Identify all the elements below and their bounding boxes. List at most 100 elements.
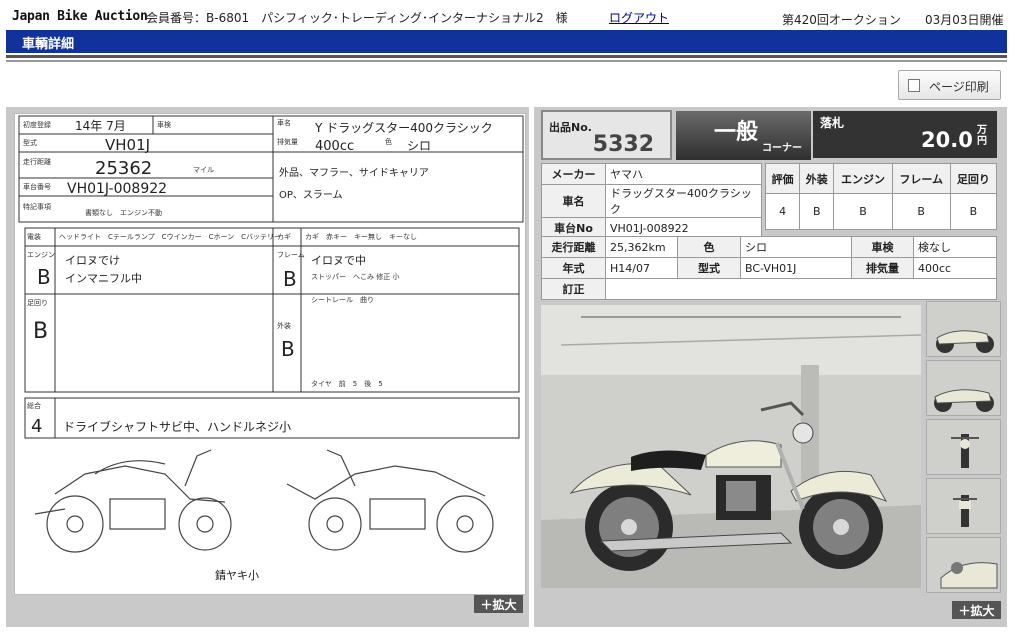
thumbnail-1-image <box>927 302 1000 356</box>
print-page-button[interactable]: ページ印刷 <box>898 70 1001 100</box>
grade-frame: B <box>891 193 951 230</box>
sheet-exterior-label: 外装 <box>277 321 291 330</box>
print-button-label: ページ印刷 <box>929 80 989 94</box>
sheet-diagram-note: 錆ヤキ小 <box>215 568 259 582</box>
thumbnail-1[interactable] <box>926 301 1001 357</box>
auction-sheet-drawing: 初度登録 14年 7月 車検 型式 VH01J 車名 Y ドラッグスター400ク… <box>18 115 524 582</box>
winning-bid-price: 20.0 <box>921 128 973 152</box>
grade-header-engine: エンジン <box>833 163 893 194</box>
thumbnail-5-image <box>927 538 1000 592</box>
divider <box>6 55 1007 58</box>
sheet-frame-note-2: ストッパー へこみ 修正 小 <box>311 272 399 281</box>
zoom-sheet-button[interactable]: ＋拡大 <box>474 595 523 613</box>
sheet-special-items: 書類なし エンジン不動 <box>85 208 162 217</box>
sheet-model-label: 型式 <box>23 138 37 147</box>
divider <box>6 60 1007 62</box>
auction-number: 第420回オークション <box>782 13 901 27</box>
corner-type: 一般 <box>714 120 759 145</box>
motorcycle-photo-illustration <box>541 305 921 588</box>
inspection-label: 車検 <box>851 236 914 258</box>
logout-link[interactable]: ログアウト <box>609 9 669 26</box>
sheet-key-label: カギ <box>277 233 291 241</box>
spec-table: 走行距離 25,362km 色 シロ 車検 検なし 年式 H14/07 型式 B… <box>541 236 997 300</box>
sheet-model-value: VH01J <box>105 136 150 154</box>
sheet-electric-items: ヘッドライト Cテールランプ Cウインカー Cホーン Cバッテリー <box>59 233 281 241</box>
mileage-label: 走行距離 <box>541 236 606 258</box>
sheet-extras-1: 外品、マフラー、サイドキャリア <box>279 167 429 179</box>
zoom-photo-button[interactable]: ＋拡大 <box>952 601 1001 619</box>
inspection-value: 検なし <box>913 236 997 258</box>
grade-overall: 4 <box>764 193 801 230</box>
sheet-special-label: 特記事項 <box>23 202 51 211</box>
sheet-car-name: Y ドラッグスター400クラシック <box>314 121 493 135</box>
thumbnail-2-image <box>927 361 1000 415</box>
color-label: 色 <box>677 236 741 258</box>
thumbnail-3-image <box>927 420 1000 474</box>
sheet-engine-note-1: イロヌでけ <box>65 254 120 267</box>
mileage-value: 25,362km <box>605 236 678 258</box>
winning-bid-label: 落札 <box>820 116 845 130</box>
correction-label: 訂正 <box>541 278 606 300</box>
displacement-value: 400cc <box>913 257 997 279</box>
winning-bid-box: 落札 20.0 万円 <box>813 111 997 158</box>
sheet-suspension-label: 足回り <box>27 299 48 307</box>
sheet-frame-label: 車台番号 <box>23 182 51 191</box>
grade-header-overall: 評価 <box>764 163 801 194</box>
corner-box: 一般 コーナー <box>676 111 811 160</box>
sheet-frame-grade: B <box>283 267 297 291</box>
page-title: 車輌詳細 <box>6 30 1007 53</box>
sheet-reg-date: 14年 7月 <box>75 119 126 133</box>
maker-label: メーカー <box>541 163 606 185</box>
name-value: ドラッグスター400クラシック <box>605 184 762 218</box>
sheet-key-items: カギ 赤キー キー無し キーなし <box>305 232 417 241</box>
sheet-frame-note-1: イロヌで中 <box>311 254 366 267</box>
correction-value <box>605 278 997 300</box>
sheet-frame-note-3: シートレール 曲り <box>311 295 374 304</box>
print-icon <box>908 79 920 92</box>
sheet-mileage-label: 走行距離 <box>23 157 51 166</box>
motorcycle-left-diagram <box>34 449 232 553</box>
sheet-total-note: ドライブシャフトサビ中、ハンドルネジ小 <box>63 419 291 434</box>
auction-sheet-image[interactable]: 初度登録 14年 7月 車検 型式 VH01J 車名 Y ドラッグスター400ク… <box>14 113 526 595</box>
thumbnail-2[interactable] <box>926 360 1001 416</box>
sheet-displacement: 400cc <box>315 139 354 154</box>
model-label: 型式 <box>677 257 741 279</box>
sheet-inspection-label: 車検 <box>157 120 171 129</box>
grade-table: 評価 外装 エンジン フレーム 足回り 4 B B B B <box>764 163 998 230</box>
maker-value: ヤマハ <box>605 163 762 185</box>
auction-sheet-panel: 初度登録 14年 7月 車検 型式 VH01J 車名 Y ドラッグスター400ク… <box>6 107 529 627</box>
sheet-color-label: 色 <box>385 137 392 146</box>
grade-header-suspension: 足回り <box>949 163 998 194</box>
sheet-engine-grade: B <box>37 265 51 289</box>
thumbnail-3[interactable] <box>926 419 1001 475</box>
displacement-label: 排気量 <box>851 257 914 279</box>
grade-exterior: B <box>799 193 835 230</box>
main-vehicle-photo[interactable] <box>541 305 921 588</box>
grade-suspension: B <box>949 193 998 230</box>
sheet-mileage-unit: マイル <box>193 166 214 174</box>
sheet-total-label: 総合 <box>27 401 41 410</box>
sheet-total-grade: 4 <box>31 416 42 437</box>
price-unit: 万円 <box>977 125 987 147</box>
model-value: BC-VH01J <box>740 257 852 279</box>
lot-number: 5332 <box>592 132 654 157</box>
sheet-electric-label: 電装 <box>27 232 41 241</box>
grade-engine: B <box>833 193 893 230</box>
year-label: 年式 <box>541 257 606 279</box>
top-bar: Japan Bike Auction 会員番号：B-6801 パシフィック･トレ… <box>0 0 1017 30</box>
sheet-displacement-label: 排気量 <box>277 137 298 146</box>
corner-label: コーナー <box>762 143 802 154</box>
sheet-engine-note-2: インマニフル中 <box>65 272 142 285</box>
sheet-car-name-label: 車名 <box>277 118 291 127</box>
sheet-color: シロ <box>407 139 431 153</box>
grade-header-exterior: 外装 <box>799 163 835 194</box>
lot-number-box: 出品No. 5332 <box>541 110 672 160</box>
thumbnail-4[interactable] <box>926 478 1001 534</box>
thumbnail-5[interactable] <box>926 537 1001 593</box>
sheet-frame-no: VH01J-008922 <box>67 181 167 197</box>
sheet-tire-label: タイヤ 前 5 後 5 <box>311 379 383 388</box>
sheet-mileage: 25362 <box>95 158 152 179</box>
site-logo[interactable]: Japan Bike Auction <box>12 9 148 24</box>
thumbnail-4-image <box>927 479 1000 533</box>
sheet-frame-section-label: フレーム <box>277 251 305 259</box>
